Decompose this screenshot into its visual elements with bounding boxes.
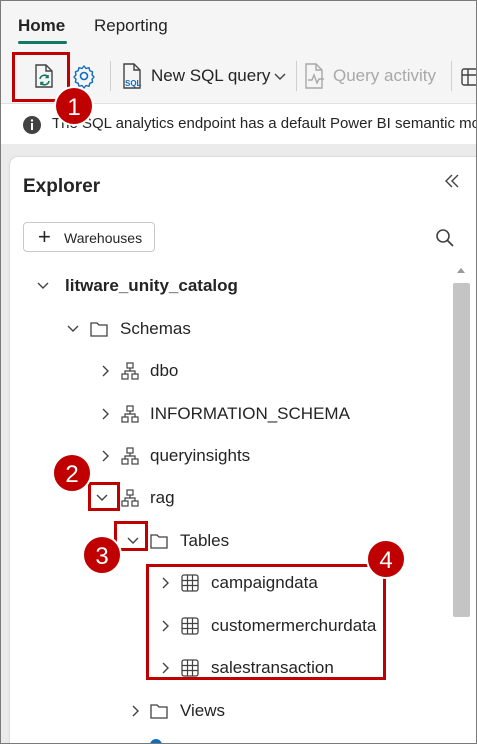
schema-icon xyxy=(121,447,139,465)
new-sql-query-button[interactable]: SQL New SQL query xyxy=(120,60,290,92)
chevron-down-icon xyxy=(37,282,49,289)
activity-file-icon xyxy=(305,63,324,89)
schema-icon xyxy=(121,405,139,423)
folder-icon xyxy=(150,534,168,549)
add-warehouses-button[interactable]: + Warehouses xyxy=(23,222,155,252)
chevron-right-icon xyxy=(132,705,139,717)
scrollbar-thumb[interactable] xyxy=(453,283,470,617)
schema-label: INFORMATION_SCHEMA xyxy=(150,404,350,423)
chevron-right-icon xyxy=(102,450,109,462)
tree-item-schema-rag[interactable]: rag xyxy=(90,483,440,513)
callout-number-4: 4 xyxy=(366,539,406,579)
more-toolbar-button[interactable] xyxy=(460,66,477,88)
tab-home[interactable]: Home xyxy=(18,16,65,36)
tree-item-catalog[interactable]: litware_unity_catalog xyxy=(30,271,440,301)
callout-box-2 xyxy=(88,482,120,511)
info-icon xyxy=(23,116,41,134)
toolbar-separator xyxy=(110,61,111,91)
schema-label: queryinsights xyxy=(150,446,251,465)
query-activity-label: Query activity xyxy=(333,66,436,85)
schema-icon xyxy=(121,489,139,507)
callout-number-1: 1 xyxy=(54,86,94,126)
collapse-panel-button[interactable] xyxy=(443,172,461,190)
schema-icon xyxy=(121,362,139,380)
double-chevron-left-icon xyxy=(445,174,459,188)
folder-icon xyxy=(90,322,108,337)
callout-number-3: 3 xyxy=(82,535,122,575)
chevron-right-icon xyxy=(102,365,109,377)
query-activity-button[interactable]: Query activity xyxy=(302,60,442,92)
plus-icon: + xyxy=(38,224,51,249)
sql-file-icon: SQL xyxy=(123,63,142,89)
schema-label: rag xyxy=(150,488,175,507)
info-message: The SQL analytics endpoint has a default… xyxy=(52,115,477,132)
tree-item-schema[interactable]: dbo xyxy=(90,356,440,386)
table-icon xyxy=(461,68,477,86)
callout-number-2: 2 xyxy=(52,453,92,493)
schemas-label: Schemas xyxy=(120,319,191,338)
tables-label: Tables xyxy=(180,531,230,550)
chevron-down-icon xyxy=(67,325,79,332)
folder-icon xyxy=(150,704,168,719)
schema-label: dbo xyxy=(150,361,179,380)
chevron-right-icon xyxy=(102,408,109,420)
explorer-title: Explorer xyxy=(23,176,101,197)
svg-text:SQL: SQL xyxy=(125,79,142,88)
tree-item-schema[interactable]: queryinsights xyxy=(90,441,440,471)
partial-tree-icon xyxy=(150,739,162,744)
search-button[interactable] xyxy=(435,228,455,248)
warehouses-label: Warehouses xyxy=(64,230,143,246)
views-label: Views xyxy=(180,701,226,720)
callout-box-4 xyxy=(146,564,386,680)
chevron-down-icon xyxy=(274,73,286,80)
scroll-up-icon xyxy=(457,268,465,273)
tree-item-views[interactable]: Views xyxy=(120,696,440,726)
toolbar-separator xyxy=(296,61,297,91)
tree-item-schemas[interactable]: Schemas xyxy=(60,314,440,344)
tree-item-schema[interactable]: INFORMATION_SCHEMA xyxy=(90,399,440,429)
search-icon xyxy=(436,229,454,247)
catalog-label: litware_unity_catalog xyxy=(65,276,238,295)
tab-reporting[interactable]: Reporting xyxy=(94,16,168,36)
new-sql-query-label: New SQL query xyxy=(151,66,271,85)
toolbar-separator xyxy=(451,61,452,91)
active-tab-indicator xyxy=(18,41,67,44)
ribbon-tabs: Home Reporting xyxy=(0,0,477,48)
